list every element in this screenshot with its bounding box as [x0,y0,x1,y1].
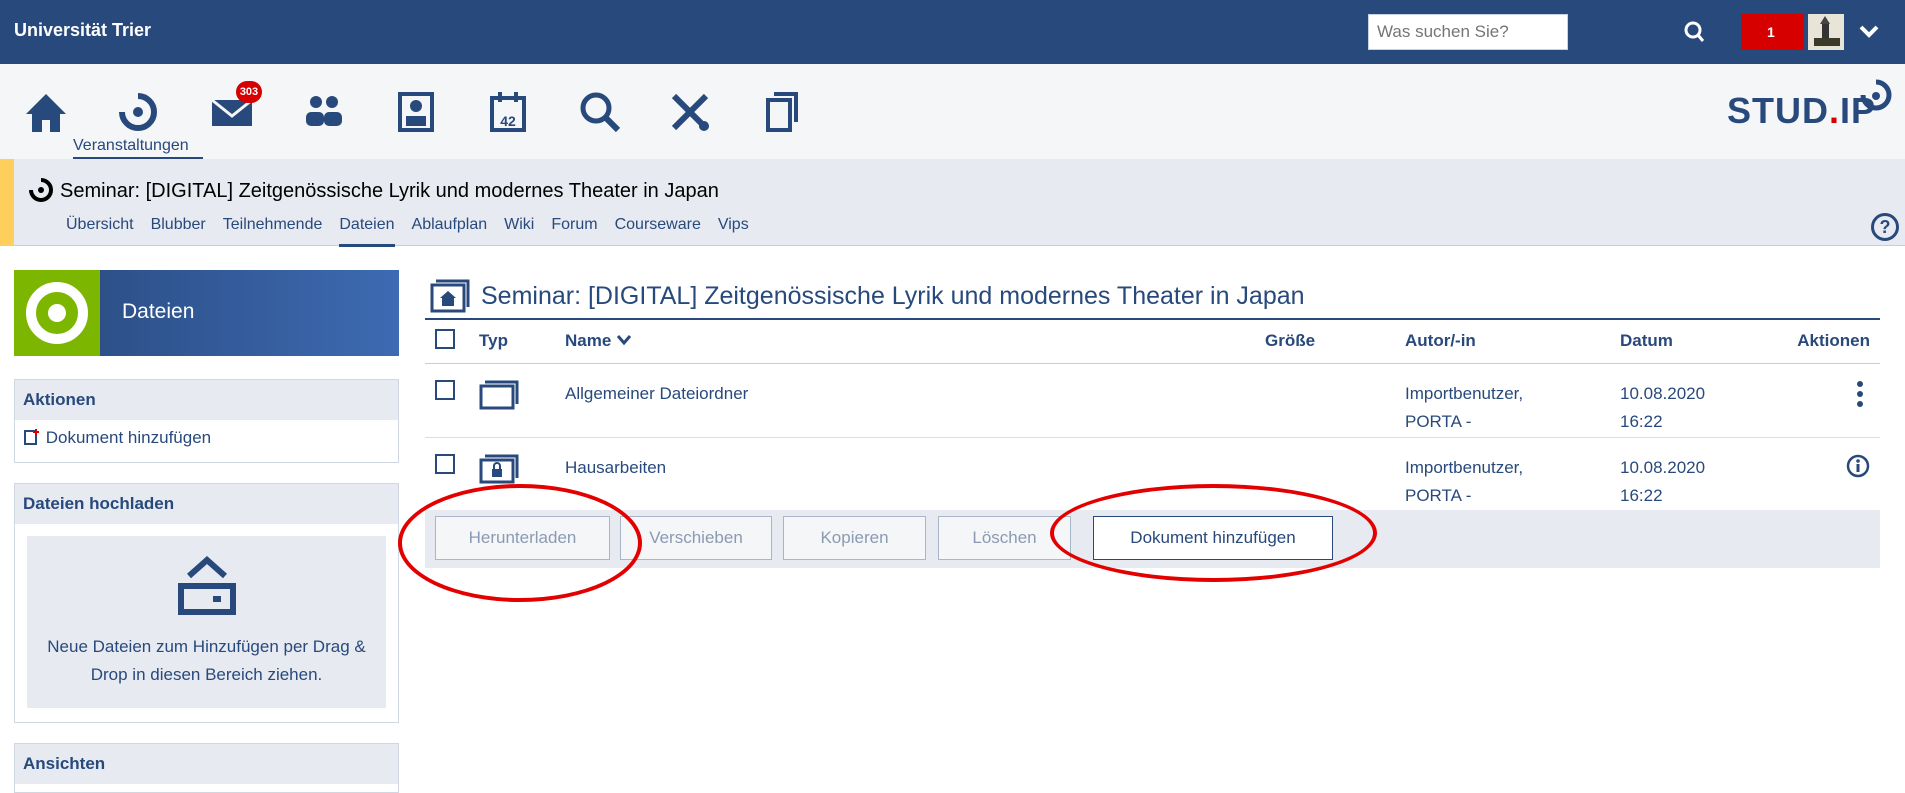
move-button[interactable]: Verschieben [620,516,772,560]
date-line-2: 16:22 [1620,411,1663,431]
row-checkbox[interactable] [435,379,455,400]
sidebar-add-document-label: Dokument hinzufügen [45,428,212,447]
courses-icon[interactable] [114,88,162,136]
tab-forum[interactable]: Forum [551,216,597,247]
files-table: Typ Name Größe Autor/-in Datum Aktionen … [425,318,1880,512]
column-actions: Aktionen [1782,318,1880,364]
studip-logo-mark-icon [1860,79,1892,111]
date-line-2: 16:22 [1620,485,1663,505]
date-line-1: 10.08.2020 [1620,457,1706,477]
more-actions-icon[interactable] [1856,380,1864,408]
tab-vips[interactable]: Vips [718,216,749,247]
folder-icon[interactable] [479,380,519,410]
upload-icon [177,555,236,615]
info-icon[interactable] [1846,454,1870,478]
university-link[interactable]: Universität Trier [14,20,151,41]
sidebar-views-header: Ansichten [15,744,398,784]
sidebar-upload-header: Dateien hochladen [15,484,398,524]
notification-counter[interactable]: 1 [1741,14,1804,50]
avatar-image-icon [1808,14,1844,50]
tab-dateien[interactable]: Dateien [339,216,395,247]
add-document-icon [24,429,39,445]
help-button[interactable]: ? [1871,213,1899,241]
tab-ablaufplan[interactable]: Ablaufplan [412,216,488,247]
svg-text:42: 42 [500,113,516,129]
sidebar-add-document[interactable]: Dokument hinzufügen [15,420,398,456]
file-size [1264,363,1404,438]
annotation-ellipse-add-document [1050,484,1377,582]
sidebar-actions-header: Aktionen [15,380,398,420]
context-title: Seminar: [DIGITAL] Zeitgenössische Lyrik… [60,180,719,202]
author-line-1[interactable]: Importbenutzer, [1405,454,1618,482]
profile-icon[interactable] [392,88,440,136]
tab-teilnehmende[interactable]: Teilnehmende [223,216,323,247]
column-author[interactable]: Autor/-in [1404,318,1619,364]
sidebar-views: Ansichten [14,743,399,793]
sidebar-title: Dateien [122,300,195,323]
nav-label-courses[interactable]: Veranstaltungen [73,137,189,155]
sidebar-upload: Dateien hochladen Neue Dateien zum Hinzu… [14,483,399,723]
context-stripe [0,159,14,246]
author-line-2[interactable]: PORTA - [1405,408,1618,436]
search-icon [1684,21,1705,42]
tab-courseware[interactable]: Courseware [615,216,701,247]
documents-icon[interactable] [758,88,806,136]
row-checkbox[interactable] [435,453,455,474]
annotation-ellipse-download [398,484,642,602]
tab-blubber[interactable]: Blubber [151,216,206,247]
tab-wiki[interactable]: Wiki [504,216,534,247]
avatar[interactable] [1808,14,1844,50]
copy-button[interactable]: Kopieren [783,516,926,560]
course-folder-icon [430,279,470,313]
calendar-icon[interactable]: 42 [484,88,532,136]
chevron-down-icon[interactable] [1858,24,1880,40]
home-icon[interactable] [22,88,70,136]
top-bar: Universität Trier [0,0,1905,64]
author-line-2[interactable]: PORTA - [1405,482,1618,510]
column-name-label: Name [565,331,612,351]
table-row: Allgemeiner Dateiordner Importbenutzer, P… [425,363,1880,438]
sidebar-header-badge [14,270,100,356]
date-line-1: 10.08.2020 [1620,383,1706,403]
upload-drop-zone[interactable]: Neue Dateien zum Hinzufügen per Drag & D… [27,536,386,708]
seminar-icon [29,178,53,202]
locked-folder-icon[interactable] [479,454,519,484]
tools-icon[interactable] [666,88,714,136]
logo-dot: . [1829,90,1841,131]
search-input[interactable] [1368,14,1568,50]
author-line-1[interactable]: Importbenutzer, [1405,380,1618,408]
course-tabs: Übersicht Blubber Teilnehmende Dateien A… [66,216,766,247]
select-all-checkbox[interactable] [435,328,455,349]
sort-chevron-down-icon [616,335,632,346]
sidebar-header: Dateien [14,270,399,356]
file-name[interactable]: Allgemeiner Dateiordner [564,363,1264,438]
folder-title: Seminar: [DIGITAL] Zeitgenössische Lyrik… [481,282,1305,310]
column-name[interactable]: Name [564,318,1264,364]
mail-badge: 303 [236,81,262,103]
tab-uebersicht[interactable]: Übersicht [66,216,134,247]
table-header: Typ Name Größe Autor/-in Datum Aktionen [425,318,1880,364]
sidebar-logo-icon [26,282,88,344]
column-size[interactable]: Größe [1264,318,1404,364]
sidebar-actions: Aktionen Dokument hinzufügen [14,379,399,463]
studip-logo[interactable]: STUD.IP [1727,90,1876,132]
community-icon[interactable] [300,88,348,136]
column-date[interactable]: Datum [1619,318,1782,364]
magnifier-icon[interactable] [576,88,624,136]
icon-navigation [0,64,1905,159]
drop-zone-text: Neue Dateien zum Hinzufügen per Drag & D… [47,637,366,684]
logo-prefix: STUD [1727,90,1829,131]
column-typ[interactable]: Typ [478,318,564,364]
search-button[interactable] [1673,14,1717,50]
